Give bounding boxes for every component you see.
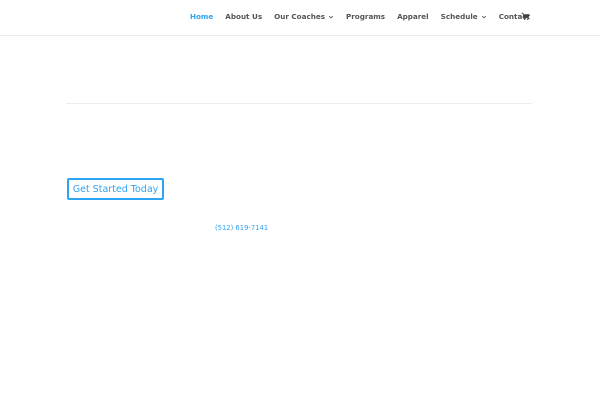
- site-header: Home About Us Our Coaches Programs Appar…: [0, 0, 600, 35]
- nav-item-label: Programs: [346, 12, 386, 21]
- nav-item-label: Home: [189, 12, 214, 21]
- nav-item-our-coaches[interactable]: Our Coaches: [274, 12, 334, 21]
- nav-item-label: Apparel: [397, 12, 429, 21]
- nav-item-label: Our Coaches: [274, 12, 325, 21]
- section-divider: [66, 103, 532, 104]
- nav-item-label: About Us: [225, 12, 263, 21]
- nav-item-about-us[interactable]: About Us: [225, 12, 262, 21]
- nav-item-home[interactable]: Home: [190, 12, 213, 21]
- shopping-cart-icon[interactable]: [521, 12, 530, 21]
- nav-item-label: Schedule: [440, 12, 478, 21]
- nav-item-apparel[interactable]: Apparel: [397, 12, 429, 21]
- nav-item-programs[interactable]: Programs: [346, 12, 385, 21]
- nav-item-schedule[interactable]: Schedule: [441, 12, 487, 21]
- chevron-down-icon: [328, 15, 334, 18]
- chevron-down-icon: [481, 15, 486, 18]
- main-nav: Home About Us Our Coaches Programs Appar…: [190, 12, 530, 21]
- phone-link[interactable]: (512) 619-7141: [215, 224, 268, 232]
- get-started-button[interactable]: Get Started Today: [67, 178, 164, 200]
